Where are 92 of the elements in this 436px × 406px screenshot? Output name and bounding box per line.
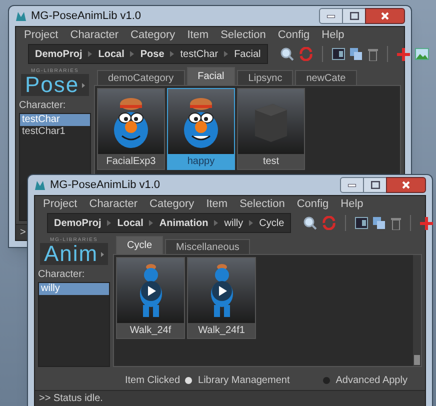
close-button[interactable] <box>386 177 426 193</box>
separator-arrow-icon <box>214 220 218 226</box>
separator-arrow-icon <box>149 220 154 226</box>
menu-item[interactable]: Config <box>278 26 310 44</box>
radio-option[interactable]: Advanced Apply <box>322 372 408 388</box>
menu-item[interactable]: Help <box>322 26 344 44</box>
search-icon[interactable] <box>303 216 318 230</box>
breadcrumb-item[interactable]: DemoProj <box>54 216 102 230</box>
breadcrumb-item[interactable]: Pose <box>140 46 164 62</box>
copy-icon[interactable] <box>373 217 386 229</box>
separator-arrow-icon <box>107 220 112 226</box>
separator-arrow-icon <box>224 51 228 57</box>
list-entry[interactable]: willy <box>39 283 109 295</box>
thumbnail-card[interactable]: test <box>237 88 305 170</box>
breadcrumb-item[interactable]: willy <box>224 216 244 230</box>
list-entry[interactable]: testChar <box>20 114 90 126</box>
breadcrumb-item[interactable]: DemoProj <box>35 46 82 62</box>
panel-icon[interactable] <box>332 48 345 60</box>
menu-item[interactable]: Category <box>150 196 194 212</box>
thumbnail-label: happy <box>186 155 216 169</box>
copy-icon[interactable] <box>350 48 363 60</box>
thumbnail-label: Walk_24f <box>128 324 172 338</box>
breadcrumb-item[interactable]: Facial <box>234 46 261 62</box>
close-icon <box>402 181 410 189</box>
radio-option[interactable]: Library Management <box>185 372 290 388</box>
trash-icon[interactable] <box>368 48 378 60</box>
item-clicked-label: Item Clicked <box>125 374 180 388</box>
menu-item[interactable]: Config <box>296 196 329 212</box>
status-text: > <box>20 226 26 240</box>
separator-arrow-icon <box>170 51 174 57</box>
category-tab[interactable]: Lipsync <box>237 70 294 85</box>
app-logo-icon <box>34 179 46 191</box>
close-button[interactable] <box>365 8 405 24</box>
plus-icon[interactable] <box>420 216 434 230</box>
image-icon[interactable] <box>414 48 429 60</box>
breadcrumb-item[interactable]: Local <box>117 216 144 230</box>
separator-arrow-icon <box>249 220 254 226</box>
menu-item[interactable]: Selection <box>220 26 266 44</box>
thumbnail-card[interactable]: happy <box>167 88 235 170</box>
menu-item[interactable]: Help <box>340 196 364 212</box>
caret-icon[interactable] <box>82 82 85 88</box>
category-tab[interactable]: Cycle <box>116 236 164 254</box>
minimize-icon <box>327 14 335 18</box>
maximize-icon <box>350 12 358 20</box>
minimize-button[interactable] <box>340 177 364 193</box>
maximize-button[interactable] <box>343 8 365 24</box>
category-tab[interactable]: newCate <box>295 70 357 85</box>
character-label: Character: <box>19 99 67 113</box>
menu-item[interactable]: Category <box>130 26 176 44</box>
caret-icon[interactable] <box>101 252 104 256</box>
status-text: >> Status idle. <box>39 392 103 406</box>
search-icon[interactable] <box>280 47 294 61</box>
list-entry[interactable]: testChar1 <box>20 126 90 138</box>
minimize-icon <box>348 184 356 186</box>
menu-item[interactable]: Selection <box>240 196 285 212</box>
minimize-button[interactable] <box>319 8 343 24</box>
thumbnail-card[interactable]: FacialExp3 <box>97 88 165 170</box>
thumbnail-card[interactable]: Walk_24f1 <box>187 257 256 339</box>
play-icon[interactable] <box>210 280 232 302</box>
maximize-button[interactable] <box>364 177 386 193</box>
scrollbar[interactable] <box>413 255 421 366</box>
category-tab[interactable]: Facial <box>186 67 236 85</box>
menu-item[interactable]: Character <box>89 196 138 212</box>
close-icon <box>381 12 389 20</box>
window-title: MG-PoseAnimLib v1.0 <box>31 8 142 24</box>
thumbnail-label: Walk_24f1 <box>197 324 246 338</box>
trash-icon[interactable] <box>391 216 402 230</box>
plus-icon[interactable] <box>396 48 410 60</box>
breadcrumb-item[interactable]: Animation <box>159 216 208 230</box>
category-tab[interactable]: Miscellaneous <box>165 239 250 254</box>
menu-item[interactable]: Item <box>187 26 209 44</box>
separator-arrow-icon <box>88 51 92 57</box>
thumbnail-card[interactable]: Walk_24f <box>116 257 185 339</box>
menu-item[interactable]: Item <box>206 196 228 212</box>
menu-item[interactable]: Project <box>24 26 58 44</box>
character-label: Character: <box>38 268 86 282</box>
menu-item[interactable]: Project <box>43 196 78 212</box>
category-tab[interactable]: demoCategory <box>97 70 185 85</box>
window-title: MG-PoseAnimLib v1.0 <box>50 178 160 193</box>
thumbnail-label: test <box>262 155 280 169</box>
menu-item[interactable]: Character <box>70 26 119 44</box>
logo-text: Anim <box>44 243 98 265</box>
separator-arrow-icon <box>130 51 134 57</box>
maximize-icon <box>370 181 380 189</box>
breadcrumb-item[interactable]: Local <box>98 46 124 62</box>
app-logo-icon <box>15 10 27 22</box>
logo-text: Pose <box>25 74 80 96</box>
breadcrumb-item[interactable]: Cycle <box>259 216 284 230</box>
play-icon[interactable] <box>140 280 162 302</box>
panel-icon[interactable] <box>355 217 368 229</box>
thumbnail-label: FacialExp3 <box>105 155 157 169</box>
breadcrumb-item[interactable]: testChar <box>180 46 218 62</box>
